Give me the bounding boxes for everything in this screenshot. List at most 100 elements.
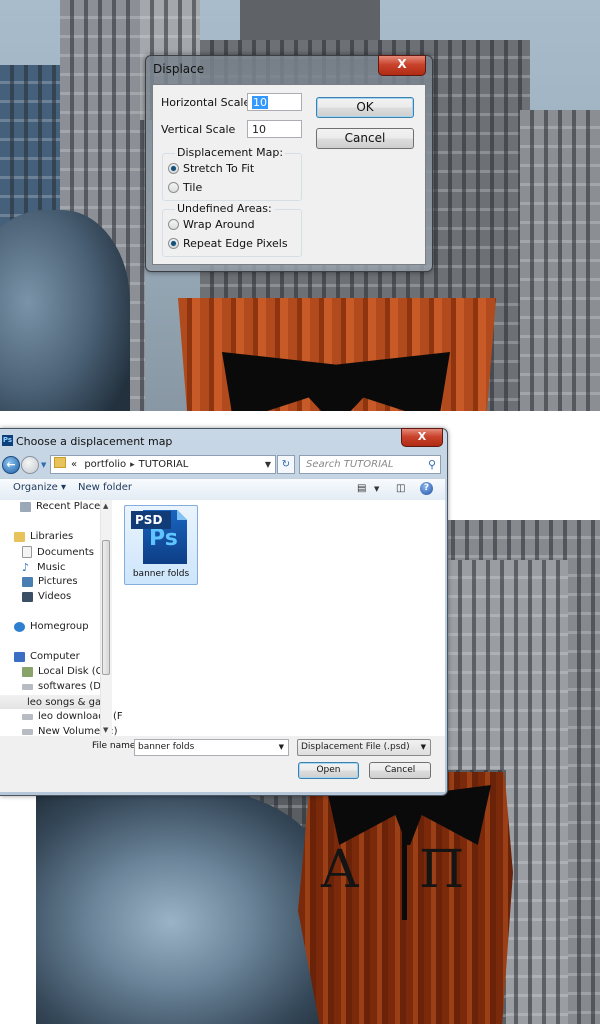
page-fold — [177, 510, 187, 520]
nav-item-pictures[interactable]: Pictures — [22, 576, 78, 587]
horizontal-scale-input[interactable]: 10 — [247, 93, 302, 111]
nav-item-documents[interactable]: Documents — [22, 546, 94, 558]
address-dropdown-icon[interactable]: ▼ — [265, 456, 271, 473]
recent-places-icon — [20, 501, 31, 512]
nav-item-local-disk-c[interactable]: Local Disk (C:) — [22, 666, 110, 677]
toolbar: Organize ▾ New folder ▤ ▼ ◫ ? — [0, 478, 445, 501]
nav-item-label: Homegroup — [30, 621, 89, 632]
scroll-down-icon[interactable]: ▼ — [103, 726, 108, 734]
libraries-icon — [14, 531, 25, 542]
dialog-title: Choose a displacement map — [16, 435, 173, 448]
radio-unselected-icon — [168, 219, 179, 230]
file-name-input[interactable]: banner folds ▼ — [134, 739, 289, 756]
radio-label: Wrap Around — [183, 218, 255, 231]
undefined-areas-group: Undefined Areas: Wrap Around Repeat Edge… — [162, 202, 302, 257]
back-arrow-icon: ← — [6, 458, 16, 471]
nav-item-label: Documents — [37, 546, 95, 558]
breadcrumb-separator-icon[interactable]: ▸ — [130, 460, 135, 470]
radio-label: Stretch To Fit — [183, 162, 255, 175]
address-bar[interactable]: « portfolio ▸ TUTORIAL ▼ — [50, 455, 276, 474]
recent-pages-dropdown-icon[interactable]: ▼ — [41, 461, 46, 469]
nav-item-label: Videos — [38, 591, 72, 602]
file-item-banner-folds[interactable]: Ps PSD banner folds — [124, 505, 198, 585]
refresh-button[interactable]: ↻ — [277, 455, 295, 474]
nav-item-label: Music — [37, 562, 66, 573]
music-icon: ♪ — [22, 561, 30, 574]
nav-item-drive-d[interactable]: softwares (D:) — [22, 681, 108, 692]
group-label: Undefined Areas: — [175, 202, 274, 215]
computer-icon — [14, 651, 25, 662]
dialog-footer: File name: banner folds ▼ Displacement F… — [0, 736, 445, 792]
nav-item-label: Computer — [30, 651, 80, 662]
dialog-client-area: Horizontal Scale 10 Vertical Scale 10 OK… — [152, 84, 426, 265]
nav-item-recent-places[interactable]: Recent Places — [20, 501, 106, 512]
horizontal-scale-label: Horizontal Scale — [161, 96, 251, 109]
open-button[interactable]: Open — [298, 762, 359, 779]
nav-item-drive-e[interactable]: leo songs & gam — [0, 695, 111, 709]
videos-icon — [22, 591, 33, 602]
scrollbar-thumb[interactable] — [102, 540, 110, 675]
file-name-value: banner folds — [138, 742, 195, 752]
pictures-icon — [22, 576, 33, 587]
chevron-down-icon[interactable]: ▼ — [421, 740, 426, 755]
ps-glyph: Ps — [149, 526, 178, 551]
close-button[interactable]: X — [378, 55, 426, 76]
help-icon[interactable]: ? — [420, 482, 433, 495]
documents-icon — [22, 546, 32, 558]
change-view-icon[interactable]: ▤ — [357, 483, 366, 494]
vertical-scale-label: Vertical Scale — [161, 123, 236, 136]
radio-selected-icon — [168, 238, 179, 249]
radio-repeat-edge-pixels[interactable]: Repeat Edge Pixels — [168, 237, 288, 250]
folder-icon — [54, 457, 66, 468]
building — [520, 110, 600, 411]
scroll-up-icon[interactable]: ▲ — [103, 502, 108, 510]
file-open-dialog: Ps Choose a displacement map X ← ▼ « por… — [0, 428, 448, 796]
search-placeholder: Search TUTORIAL — [306, 459, 394, 470]
banner-letter-alpha: Α — [321, 840, 359, 900]
banner-emblem-stem — [402, 810, 407, 920]
chevron-down-icon[interactable]: ▼ — [279, 740, 284, 755]
new-folder-button[interactable]: New folder — [78, 482, 132, 493]
radio-label: Tile — [183, 181, 203, 194]
drive-icon — [22, 728, 33, 735]
nav-item-label: leo songs & gam — [27, 696, 111, 708]
cancel-button[interactable]: Cancel — [369, 762, 431, 779]
breadcrumb-overflow[interactable]: « — [71, 459, 77, 470]
preview-pane-icon[interactable]: ◫ — [396, 483, 405, 494]
ok-button[interactable]: OK — [316, 97, 414, 118]
dialog-title: Displace — [153, 62, 205, 76]
drive-icon — [22, 666, 33, 677]
statue — [0, 210, 130, 411]
view-dropdown-icon[interactable]: ▼ — [374, 485, 379, 493]
radio-unselected-icon — [168, 182, 179, 193]
group-label: Displacement Map: — [175, 146, 286, 159]
homegroup-icon — [14, 621, 25, 632]
nav-item-homegroup[interactable]: Homegroup — [14, 621, 89, 632]
nav-item-libraries[interactable]: Libraries — [14, 531, 73, 542]
breadcrumb-portfolio[interactable]: portfolio — [84, 459, 126, 470]
displace-dialog: Displace X Horizontal Scale 10 Vertical … — [145, 55, 433, 272]
vertical-scale-input[interactable]: 10 — [247, 120, 302, 138]
search-input[interactable]: Search TUTORIAL ⚲ — [299, 455, 441, 474]
nav-item-label: softwares (D:) — [38, 681, 109, 692]
file-name-label: File name: — [92, 741, 139, 751]
cancel-button[interactable]: Cancel — [316, 128, 414, 149]
refresh-icon: ↻ — [281, 459, 291, 470]
file-type-select[interactable]: Displacement File (.psd) ▼ — [297, 739, 431, 756]
nav-item-label: Libraries — [30, 531, 74, 542]
back-button[interactable]: ← — [2, 456, 20, 474]
radio-tile[interactable]: Tile — [168, 181, 202, 194]
organize-menu[interactable]: Organize ▾ — [13, 482, 66, 493]
close-button[interactable]: X — [401, 428, 443, 447]
radio-stretch-to-fit[interactable]: Stretch To Fit — [168, 162, 254, 175]
forward-button[interactable] — [21, 456, 39, 474]
nav-item-computer[interactable]: Computer — [14, 651, 80, 662]
nav-item-music[interactable]: ♪ Music — [22, 561, 65, 574]
statue — [36, 790, 336, 1024]
search-icon: ⚲ — [427, 458, 436, 471]
radio-wrap-around[interactable]: Wrap Around — [168, 218, 255, 231]
nav-item-videos[interactable]: Videos — [22, 591, 71, 602]
navigation-scrollbar[interactable]: ▲ ▼ — [100, 500, 112, 736]
breadcrumb-tutorial[interactable]: TUTORIAL — [139, 459, 189, 470]
radio-selected-icon — [168, 163, 179, 174]
